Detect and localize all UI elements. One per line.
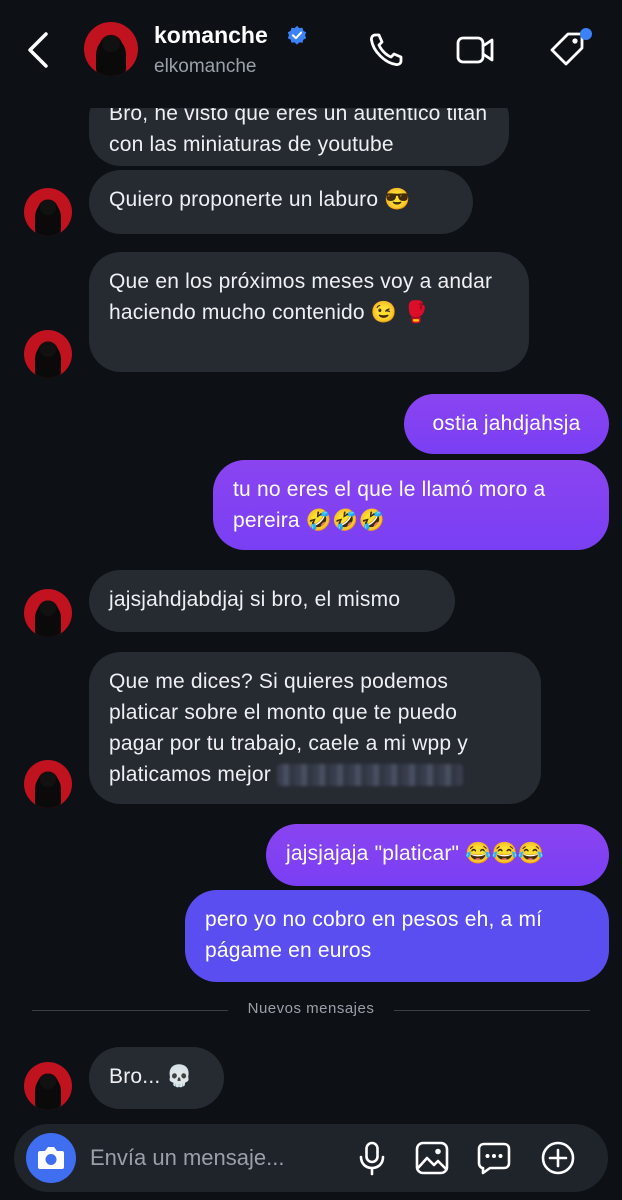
contact-username: elkomanche: [154, 56, 257, 77]
message-bubble-incoming: Bro... 💀: [89, 1047, 224, 1109]
verified-badge-icon: [287, 25, 307, 45]
message-text: jajsjahdjabdjaj si bro, el mismo: [109, 588, 401, 611]
message-text: Bro, he visto que eres un auténtico titá…: [109, 102, 488, 156]
message-text: jajsjajaja "platicar" 😂😂😂: [286, 842, 545, 865]
message-text: Bro... 💀: [109, 1065, 193, 1088]
chat-header: komanche elkomanche: [0, 0, 622, 108]
divider-line-right: [394, 1010, 590, 1011]
message-text-line: Que me dices? Si quieres podemos: [109, 670, 449, 693]
contact-name[interactable]: komanche: [154, 22, 268, 49]
message-input[interactable]: Envía un mensaje...: [90, 1145, 284, 1171]
contact-avatar[interactable]: [24, 188, 72, 236]
message-text: pero yo no cobro en pesos eh, a mí págam…: [205, 908, 543, 962]
message-composer: Envía un mensaje...: [14, 1124, 608, 1192]
message-text-line: platicar sobre el monto que te puedo: [109, 701, 458, 724]
contact-avatar[interactable]: [24, 1062, 72, 1110]
message-text: Que en los próximos meses voy a andar ha…: [109, 270, 493, 324]
message-bubble-incoming: Que en los próximos meses voy a andar ha…: [89, 252, 529, 372]
message-text: tu no eres el que le llamó moro a pereir…: [233, 478, 546, 532]
header-avatar[interactable]: [84, 22, 138, 76]
message-bubble-incoming: Que me dices? Si quieres podemos platica…: [89, 652, 541, 804]
video-camera-icon[interactable]: [455, 30, 495, 70]
message-text: platicamos mejor: [109, 763, 271, 786]
new-messages-divider-label: Nuevos mensajes: [247, 1000, 375, 1017]
add-circle-icon[interactable]: [540, 1140, 576, 1176]
message-bubble-outgoing: pero yo no cobro en pesos eh, a mí págam…: [185, 890, 609, 982]
camera-icon: [38, 1147, 64, 1169]
microphone-icon[interactable]: [354, 1140, 390, 1176]
camera-button[interactable]: [26, 1133, 76, 1183]
phone-icon[interactable]: [366, 30, 406, 70]
contact-avatar[interactable]: [24, 760, 72, 808]
back-arrow-icon[interactable]: [22, 28, 58, 72]
message-bubble-outgoing: jajsjajaja "platicar" 😂😂😂: [266, 824, 609, 886]
sticker-chat-icon[interactable]: [476, 1140, 512, 1176]
contact-avatar[interactable]: [24, 589, 72, 637]
message-text: ostia jahdjahsja: [432, 412, 581, 435]
image-gallery-icon[interactable]: [414, 1140, 450, 1176]
message-bubble-incoming: Quiero proponerte un laburo 😎: [89, 170, 473, 234]
notification-dot: [580, 28, 592, 40]
message-bubble-outgoing: tu no eres el que le llamó moro a pereir…: [213, 460, 609, 550]
contact-avatar[interactable]: [24, 330, 72, 378]
message-text-line: pagar por tu trabajo, caele a mi wpp y: [109, 732, 468, 755]
redacted-phone-number: [276, 764, 463, 787]
message-text-line: platicamos mejor: [109, 759, 521, 790]
message-text: Quiero proponerte un laburo 😎: [109, 188, 411, 211]
message-bubble-incoming: jajsjahdjabdjaj si bro, el mismo: [89, 570, 455, 632]
message-bubble-outgoing: ostia jahdjahsja: [404, 394, 609, 454]
